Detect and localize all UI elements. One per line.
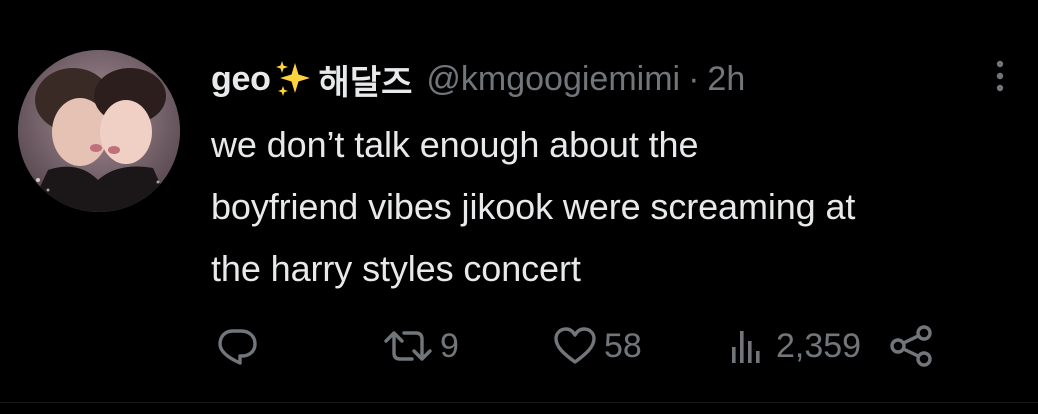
tweet-card[interactable]: geo 해달즈 @kmgoogiemimi · 2h we don’t talk… <box>0 0 1038 414</box>
reply-icon <box>218 329 257 365</box>
reply-button[interactable] <box>214 318 266 374</box>
sparkles-icon <box>273 59 313 99</box>
more-options-icon[interactable] <box>988 58 1012 94</box>
heart-icon <box>554 327 596 364</box>
tweet-text: we don’t talk enough about the boyfriend… <box>211 114 1031 300</box>
timestamp[interactable]: 2h <box>707 60 745 99</box>
share-button[interactable] <box>886 318 936 374</box>
tweet-text-line: boyfriend vibes jikook were screaming at <box>211 186 856 227</box>
like-button[interactable]: 58 <box>552 318 642 374</box>
views-bar-chart-icon <box>732 331 760 363</box>
tweet-text-line: the harry styles concert <box>211 248 581 289</box>
retweet-icon <box>384 331 432 361</box>
separator-dot: · <box>688 59 700 98</box>
retweet-count: 9 <box>440 326 459 365</box>
display-name-suffix[interactable]: 해달즈 <box>319 55 413 104</box>
tweet-actions: 9 58 2,359 <box>214 318 1014 374</box>
display-name[interactable]: geo <box>211 60 271 99</box>
retweet-button[interactable]: 9 <box>382 318 459 374</box>
divider <box>0 402 1038 403</box>
user-handle[interactable]: @kmgoogiemimi <box>426 60 680 99</box>
views-count: 2,359 <box>776 326 862 365</box>
like-count: 58 <box>604 326 642 365</box>
avatar[interactable] <box>18 50 180 212</box>
share-icon <box>890 325 932 367</box>
avatar-image <box>18 50 180 212</box>
tweet-header: geo 해달즈 @kmgoogiemimi · 2h <box>211 54 745 104</box>
views-button[interactable]: 2,359 <box>724 318 861 374</box>
tweet-text-line: we don’t talk enough about the <box>211 124 699 165</box>
